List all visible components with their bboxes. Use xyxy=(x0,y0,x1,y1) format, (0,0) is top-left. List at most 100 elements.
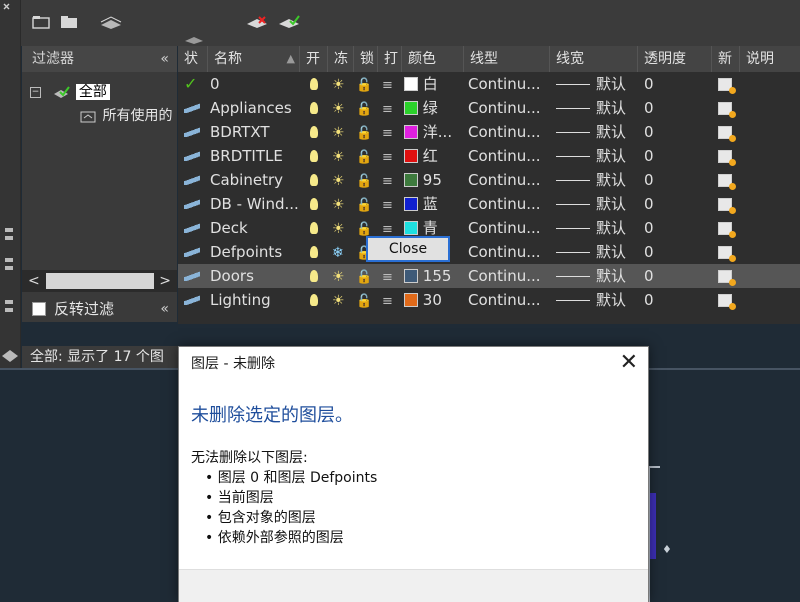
new-vp-freeze-icon[interactable] xyxy=(718,144,738,168)
layer-description[interactable] xyxy=(744,264,798,288)
layer-description[interactable] xyxy=(744,288,798,312)
layer-transparency[interactable]: 0 xyxy=(644,216,704,240)
layer-transparency[interactable]: 0 xyxy=(644,72,704,96)
layer-lineweight[interactable]: 默认 xyxy=(556,144,638,168)
col-status[interactable]: 状 xyxy=(178,46,208,72)
layer-linetype[interactable]: Continu... xyxy=(468,168,550,192)
layer-transparency[interactable]: 0 xyxy=(644,144,704,168)
layer-lineweight[interactable]: 默认 xyxy=(556,192,638,216)
collapse-tree-icon[interactable]: − xyxy=(30,86,41,98)
frozen-snowflake-icon[interactable]: ❄ xyxy=(332,240,352,264)
layer-description[interactable] xyxy=(744,192,798,216)
layer-linetype[interactable]: Continu... xyxy=(468,264,550,288)
plot-icon[interactable]: ≡ xyxy=(382,144,398,168)
unlock-icon[interactable]: 🔓 xyxy=(356,288,376,312)
plot-icon[interactable]: ≡ xyxy=(382,120,398,144)
layer-color[interactable]: 30 xyxy=(404,288,464,312)
light-bulb-icon[interactable] xyxy=(310,168,326,192)
group-filter-icon[interactable] xyxy=(60,14,78,28)
new-vp-freeze-icon[interactable] xyxy=(718,72,738,96)
layer-lineweight[interactable]: 默认 xyxy=(556,264,638,288)
new-vp-freeze-icon[interactable] xyxy=(718,192,738,216)
col-freeze[interactable]: 冻 xyxy=(328,46,354,72)
filter-horizontal-scrollbar[interactable]: < > xyxy=(22,270,177,292)
new-vp-freeze-icon[interactable] xyxy=(718,96,738,120)
layer-description[interactable] xyxy=(744,168,798,192)
layer-transparency[interactable]: 0 xyxy=(644,240,704,264)
layer-color[interactable]: 155 xyxy=(404,264,464,288)
plot-icon[interactable]: ≡ xyxy=(382,264,398,288)
layer-lineweight[interactable]: 默认 xyxy=(556,168,638,192)
filter-tree-item-all[interactable]: − 全部 xyxy=(30,81,110,103)
layer-lineweight[interactable]: 默认 xyxy=(556,72,638,96)
light-bulb-icon[interactable] xyxy=(310,120,326,144)
col-on[interactable]: 开 xyxy=(300,46,328,72)
layer-lineweight[interactable]: 默认 xyxy=(556,96,638,120)
table-row[interactable]: Appliances ☀ 🔓 ≡ 绿 Continu... 默认 0 xyxy=(178,96,800,120)
collapse-invert-button[interactable]: « xyxy=(160,296,169,322)
thawed-sun-icon[interactable]: ☀ xyxy=(332,120,352,144)
scroll-left-arrow[interactable]: < xyxy=(28,270,40,292)
table-row[interactable]: Cabinetry ☀ 🔓 ≡ 95 Continu... 默认 0 xyxy=(178,168,800,192)
unlock-icon[interactable]: 🔓 xyxy=(356,96,376,120)
plot-icon[interactable]: ≡ xyxy=(382,96,398,120)
new-vp-freeze-icon[interactable] xyxy=(718,216,738,240)
unlock-icon[interactable]: 🔓 xyxy=(356,144,376,168)
table-row[interactable]: Lighting ☀ 🔓 ≡ 30 Continu... 默认 0 xyxy=(178,288,800,312)
new-layer-icon[interactable] xyxy=(184,30,204,44)
plot-icon[interactable]: ≡ xyxy=(382,72,398,96)
col-linetype[interactable]: 线型 xyxy=(464,46,550,72)
unlock-icon[interactable]: 🔓 xyxy=(356,264,376,288)
unlock-icon[interactable]: 🔓 xyxy=(356,168,376,192)
light-bulb-icon[interactable] xyxy=(310,72,326,96)
layer-linetype[interactable]: Continu... xyxy=(468,120,550,144)
new-filter-icon[interactable] xyxy=(32,14,50,29)
layer-color[interactable]: 洋... xyxy=(404,120,464,144)
set-current-icon[interactable] xyxy=(278,14,300,28)
layer-color[interactable]: 95 xyxy=(404,168,464,192)
scroll-right-arrow[interactable]: > xyxy=(159,270,171,292)
layer-lineweight[interactable]: 默认 xyxy=(556,240,638,264)
layer-linetype[interactable]: Continu... xyxy=(468,72,550,96)
thawed-sun-icon[interactable]: ☀ xyxy=(332,264,352,288)
table-row[interactable]: ✓ 0 ☀ 🔓 ≡ 白 Continu... 默认 0 xyxy=(178,72,800,96)
layer-lineweight[interactable]: 默认 xyxy=(556,288,638,312)
layer-transparency[interactable]: 0 xyxy=(644,120,704,144)
light-bulb-icon[interactable] xyxy=(310,264,326,288)
dialog-close-icon[interactable]: ✕ xyxy=(620,349,638,377)
unlock-icon[interactable]: 🔓 xyxy=(356,120,376,144)
layer-linetype[interactable]: Continu... xyxy=(468,216,550,240)
plot-icon[interactable]: ≡ xyxy=(382,168,398,192)
layer-description[interactable] xyxy=(744,240,798,264)
layer-description[interactable] xyxy=(744,144,798,168)
light-bulb-icon[interactable] xyxy=(310,192,326,216)
dialog-close-button[interactable]: Close xyxy=(366,236,450,262)
layer-linetype[interactable]: Continu... xyxy=(468,288,550,312)
layer-lineweight[interactable]: 默认 xyxy=(556,216,638,240)
table-row[interactable]: Doors ☀ 🔓 ≡ 155 Continu... 默认 0 xyxy=(178,264,800,288)
table-row[interactable]: Defpoints❄🔓≡ 白Continu...默认0 xyxy=(178,240,800,264)
col-color[interactable]: 颜色 xyxy=(402,46,464,72)
scroll-thumb[interactable] xyxy=(46,273,154,289)
filter-tree-item-used[interactable]: 所有使用的 xyxy=(80,105,177,127)
layer-color[interactable]: 蓝 xyxy=(404,192,464,216)
new-vp-freeze-icon[interactable] xyxy=(718,120,738,144)
layer-color[interactable]: 白 xyxy=(404,72,464,96)
delete-layer-icon[interactable] xyxy=(246,14,267,28)
layer-transparency[interactable]: 0 xyxy=(644,192,704,216)
table-row[interactable]: BRDTITLE ☀ 🔓 ≡ 红 Continu... 默认 0 xyxy=(178,144,800,168)
new-vp-freeze-icon[interactable] xyxy=(718,288,738,312)
layer-linetype[interactable]: Continu... xyxy=(468,144,550,168)
thawed-sun-icon[interactable]: ☀ xyxy=(332,192,352,216)
layer-description[interactable] xyxy=(744,96,798,120)
unlock-icon[interactable]: 🔓 xyxy=(356,192,376,216)
light-bulb-icon[interactable] xyxy=(310,144,326,168)
thawed-sun-icon[interactable]: ☀ xyxy=(332,288,352,312)
light-bulb-icon[interactable] xyxy=(310,216,326,240)
layer-description[interactable] xyxy=(744,72,798,96)
col-plot[interactable]: 打 xyxy=(378,46,402,72)
invert-filter-checkbox[interactable] xyxy=(32,302,46,316)
layer-linetype[interactable]: Continu... xyxy=(468,96,550,120)
thawed-sun-icon[interactable]: ☀ xyxy=(332,96,352,120)
layer-transparency[interactable]: 0 xyxy=(644,168,704,192)
